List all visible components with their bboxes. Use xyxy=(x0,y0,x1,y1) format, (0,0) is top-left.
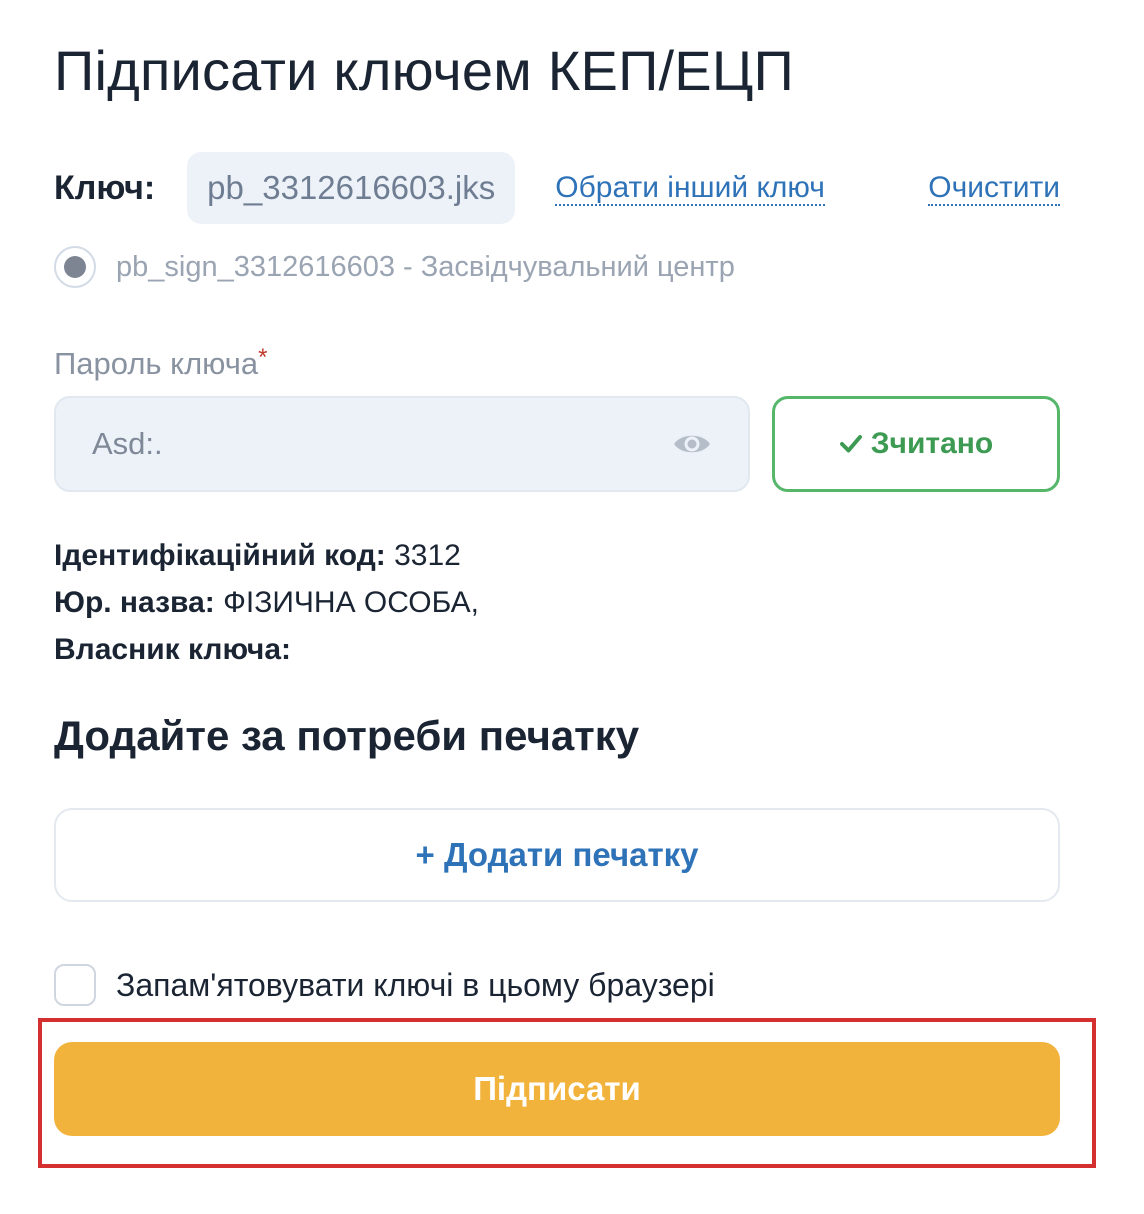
password-label: Пароль ключа* xyxy=(54,344,268,382)
key-label: Ключ: xyxy=(54,168,156,207)
stamp-section-title: Додайте за потреби печатку xyxy=(54,712,640,759)
owner-row: Власник ключа: xyxy=(54,626,479,673)
page-title: Підписати ключем КЕП/ЕЦП xyxy=(54,39,794,102)
remember-keys-checkbox[interactable] xyxy=(54,964,96,1006)
clear-key-link[interactable]: Очистити xyxy=(928,171,1060,206)
choose-other-key-link[interactable]: Обрати інший ключ xyxy=(555,171,825,206)
certificate-option[interactable]: pb_sign_3312616603 - Засвідчувальний цен… xyxy=(54,246,735,288)
password-label-text: Пароль ключа xyxy=(54,346,259,381)
id-code-value: 3312 xyxy=(394,539,461,572)
legal-name-value: ФІЗИЧНА ОСОБА, xyxy=(223,586,479,619)
id-code-row: Ідентифікаційний код: 3312 xyxy=(54,532,479,579)
remember-keys-row[interactable]: Запам'ятовувати ключі в цьому браузері xyxy=(54,964,715,1006)
legal-name-row: Юр. назва: ФІЗИЧНА ОСОБА, xyxy=(54,579,479,626)
sign-dialog: Підписати ключем КЕП/ЕЦП Ключ: pb_331261… xyxy=(0,0,1144,1214)
read-key-label: Зчитано xyxy=(870,427,994,460)
certificate-radio[interactable] xyxy=(54,246,96,288)
key-info: Ідентифікаційний код: 3312 Юр. назва: ФІ… xyxy=(54,532,479,673)
legal-name-label: Юр. назва: xyxy=(54,586,215,619)
password-field[interactable]: Asd:. xyxy=(54,396,750,492)
add-stamp-button[interactable]: + Додати печатку xyxy=(54,808,1060,902)
id-code-label: Ідентифікаційний код: xyxy=(54,539,386,572)
key-row: Ключ: pb_3312616603.jks Обрати інший клю… xyxy=(54,152,1060,224)
read-key-button[interactable]: Зчитано xyxy=(772,396,1060,492)
check-icon xyxy=(839,435,862,453)
remember-keys-label: Запам'ятовувати ключі в цьому браузері xyxy=(116,966,715,1003)
owner-label: Власник ключа: xyxy=(54,633,292,666)
required-mark: * xyxy=(258,344,268,371)
password-value[interactable]: Asd:. xyxy=(92,426,672,462)
eye-icon[interactable] xyxy=(672,430,712,458)
radio-selected-dot xyxy=(64,256,86,278)
certificate-label: pb_sign_3312616603 - Засвідчувальний цен… xyxy=(116,250,735,283)
sign-button[interactable]: Підписати xyxy=(54,1042,1060,1136)
key-file-chip: pb_3312616603.jks xyxy=(187,152,516,224)
